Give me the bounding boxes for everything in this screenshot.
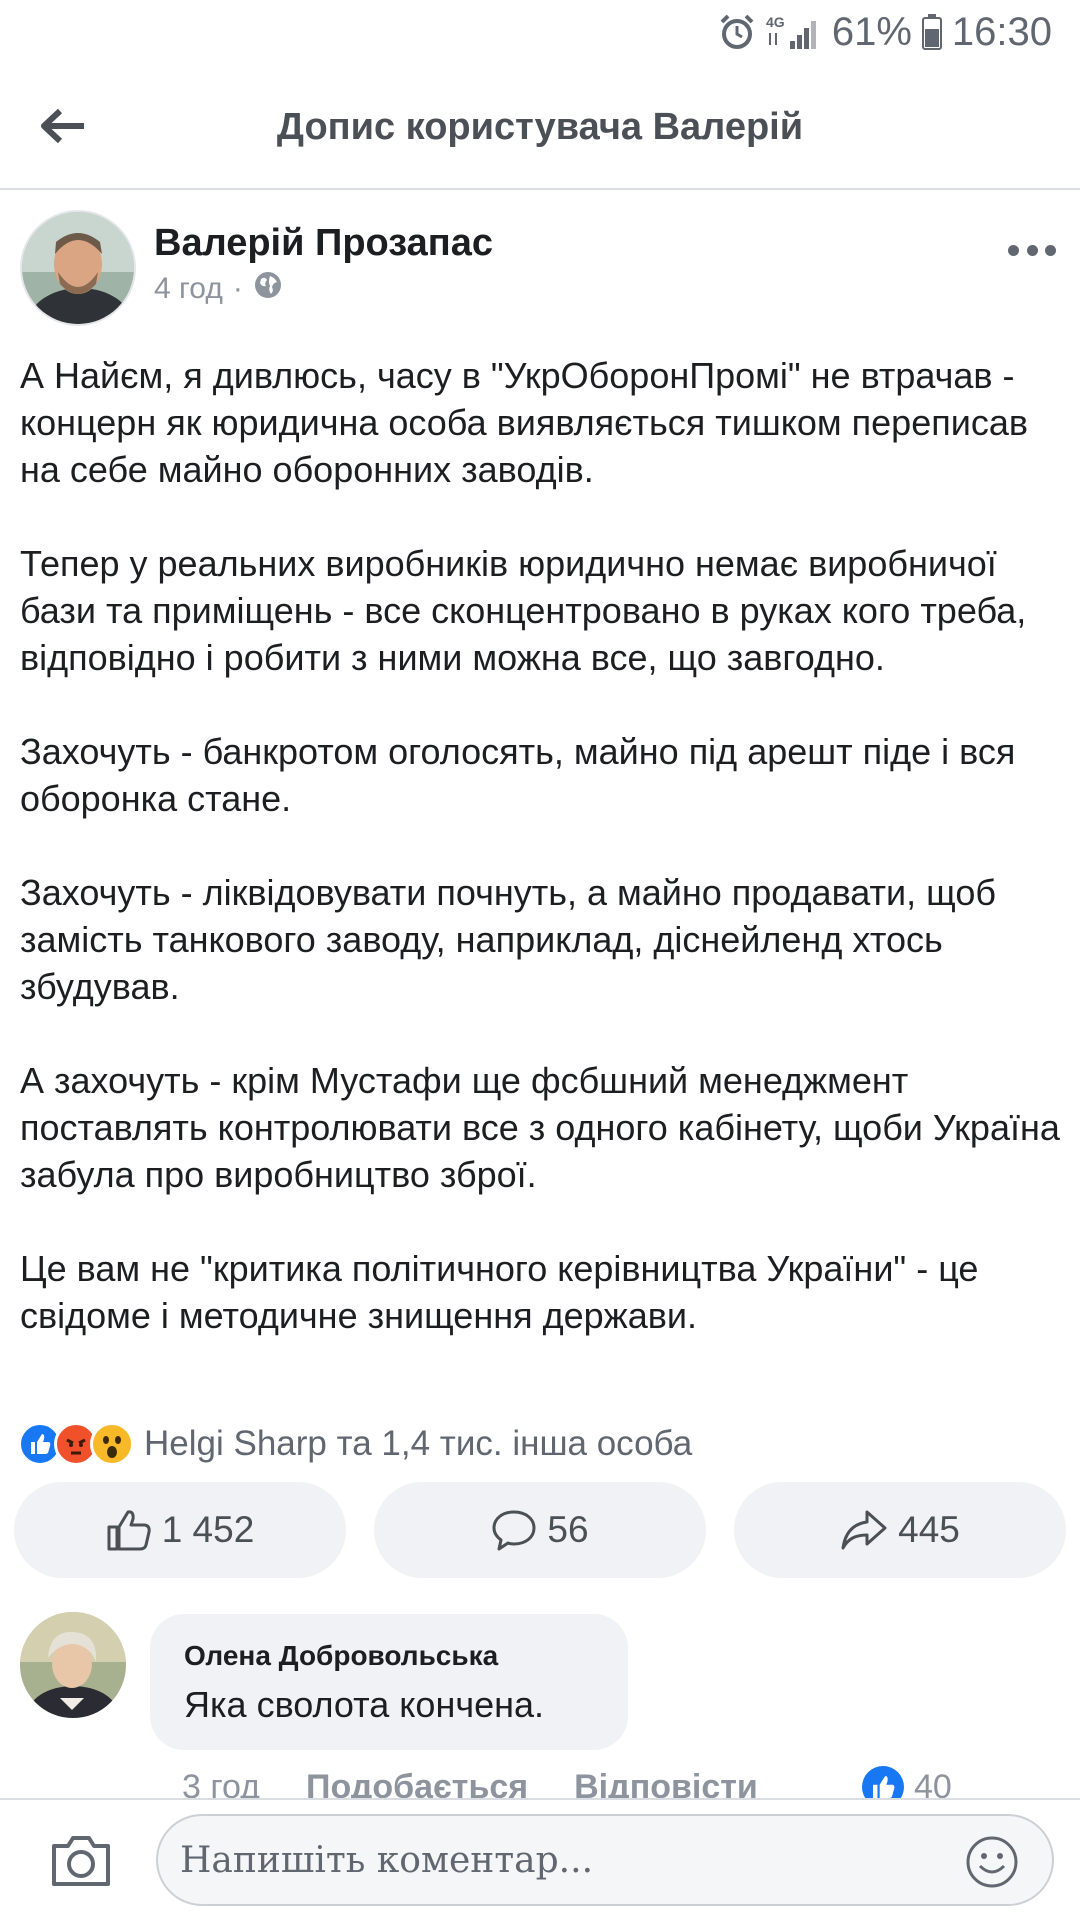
like-count: 1 452 [161, 1509, 255, 1550]
reactions-summary[interactable]: Helgi Sharp та 1,4 тис. інша особа [18, 1418, 692, 1470]
meta-separator: · [232, 272, 243, 305]
author-avatar[interactable] [20, 210, 136, 326]
post-author-name[interactable]: Валерій Прозапас [154, 222, 493, 265]
comment-author[interactable]: Олена Добровольська [184, 1640, 594, 1672]
camera-icon [52, 1836, 110, 1886]
svg-text:4G: 4G [766, 14, 785, 30]
camera-button[interactable] [50, 1832, 112, 1888]
comment-bubble-icon [492, 1510, 536, 1551]
comment-count: 56 [547, 1509, 589, 1550]
post-text: А Найєм, я дивлюсь, часу в "УкрОборонПро… [20, 352, 1065, 1339]
post-paragraph: Захочуть - ліквідовувати почнуть, а майн… [20, 872, 996, 1007]
more-options-button[interactable] [1008, 240, 1056, 260]
reactions-summary-text[interactable]: Helgi Sharp та 1,4 тис. інша особа [144, 1424, 692, 1464]
post-time[interactable]: 4 год [154, 272, 223, 306]
post-paragraph: Тепер у реальних виробників юридично нем… [20, 543, 1027, 678]
comment-bubble[interactable]: Олена Добровольська Яка сволота кончена. [150, 1614, 628, 1750]
comment-input[interactable] [156, 1814, 1054, 1906]
commenter-avatar[interactable] [20, 1612, 126, 1718]
comment-composer [0, 1798, 1080, 1920]
alarm-icon [718, 13, 756, 51]
post-paragraph: А захочуть - крім Мустафи ще фсбшний мен… [20, 1060, 1060, 1195]
post-meta: 4 год · [154, 270, 283, 308]
clock: 16:30 [951, 9, 1052, 54]
comment-text: Яка сволота кончена. [184, 1684, 544, 1725]
share-count: 445 [898, 1509, 960, 1550]
globe-icon [253, 270, 283, 308]
share-button[interactable]: 445 [734, 1482, 1066, 1578]
battery-icon [921, 14, 942, 50]
share-arrow-icon [841, 1510, 887, 1550]
status-bar: 4G 61% 16:30 [0, 0, 1080, 64]
post-paragraph: А Найєм, я дивлюсь, часу в "УкрОборонПро… [20, 355, 1028, 490]
like-button[interactable]: 1 452 [14, 1482, 346, 1578]
battery-percent: 61% [831, 9, 912, 54]
comment-button[interactable]: 56 [374, 1482, 706, 1578]
post-paragraph: Це вам не "критика політичного керівницт… [20, 1248, 979, 1336]
thumbs-up-icon [107, 1510, 151, 1551]
app-header: Допис користувача Валерій [0, 64, 1080, 190]
page-title: Допис користувача Валерій [276, 106, 804, 148]
network-4g-icon: 4G [766, 13, 822, 51]
emoji-button[interactable] [964, 1834, 1020, 1890]
reaction-icons [18, 1422, 134, 1466]
smiley-icon [966, 1836, 1018, 1888]
wow-reaction-icon [90, 1422, 134, 1466]
post-paragraph: Захочуть - банкротом оголосять, майно пі… [20, 731, 1016, 819]
